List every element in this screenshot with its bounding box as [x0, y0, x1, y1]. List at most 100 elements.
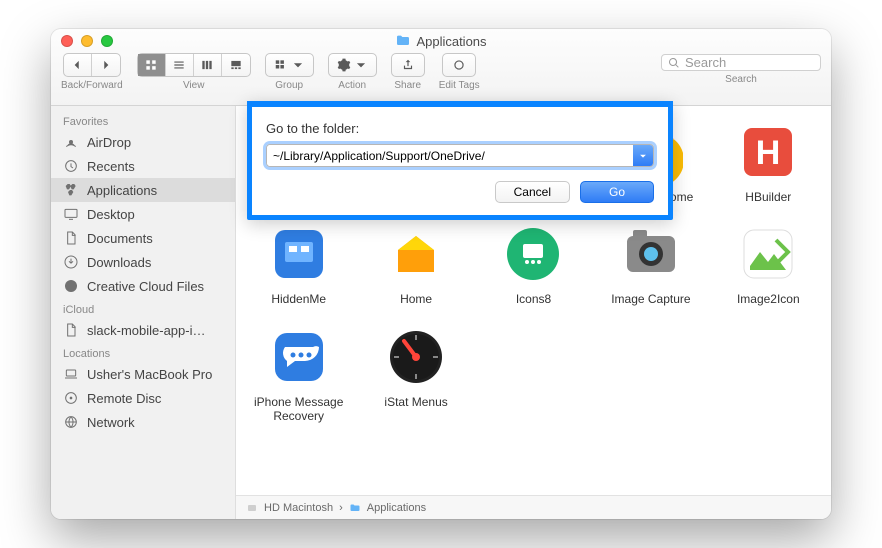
combobox-dropdown-button[interactable] — [633, 145, 653, 166]
window-controls — [51, 35, 113, 47]
path-root[interactable]: HD Macintosh — [264, 502, 333, 514]
icon-view-button[interactable] — [138, 54, 166, 76]
group-menu[interactable] — [265, 53, 314, 77]
sidebar-item-documents[interactable]: Documents — [51, 226, 235, 250]
app-icon — [267, 325, 331, 389]
app-label: Home — [400, 292, 432, 306]
sidebar-item-label: Downloads — [87, 255, 151, 270]
sidebar-item-remote-disc[interactable]: Remote Disc — [51, 386, 235, 410]
app-label: HiddenMe — [271, 292, 326, 306]
sidebar-item-network[interactable]: Network — [51, 410, 235, 434]
search-field[interactable]: Search — [661, 54, 821, 71]
sidebar-item-label: slack-mobile-app-i… — [87, 323, 205, 338]
desktop-icon — [63, 206, 79, 222]
disc-icon — [63, 390, 79, 406]
folder-path-input[interactable] — [267, 145, 633, 166]
chevron-down-icon — [638, 151, 648, 161]
sidebar-item-slack-mobile-app-i[interactable]: slack-mobile-app-i… — [51, 318, 235, 342]
minimize-button[interactable] — [81, 35, 93, 47]
search-icon — [668, 57, 680, 69]
path-bar[interactable]: HD Macintosh › Applications — [236, 495, 831, 519]
search-label: Search — [725, 74, 757, 85]
back-forward-label: Back/Forward — [61, 80, 123, 91]
sidebar-item-label: Creative Cloud Files — [87, 279, 204, 294]
laptop-icon — [63, 366, 79, 382]
doc-icon — [63, 230, 79, 246]
sidebar-item-airdrop[interactable]: AirDrop — [51, 130, 235, 154]
app-icon — [384, 325, 448, 389]
app-label: HBuilder — [745, 190, 791, 204]
sidebar: FavoritesAirDropRecentsApplicationsDeskt… — [51, 106, 236, 519]
tags-label: Edit Tags — [439, 80, 480, 91]
app-label: iPhone Message Recovery — [249, 395, 349, 424]
app-icons8[interactable]: Icons8 — [479, 222, 588, 306]
chevron-down-icon — [354, 58, 368, 72]
go-to-folder-dialog: Go to the folder: Cancel Go — [247, 101, 673, 220]
sidebar-item-downloads[interactable]: Downloads — [51, 250, 235, 274]
sidebar-item-label: AirDrop — [87, 135, 131, 150]
sidebar-item-label: Documents — [87, 231, 153, 246]
sidebar-header: Locations — [51, 342, 235, 362]
group-label: Group — [275, 80, 303, 91]
app-image-capture[interactable]: Image Capture — [596, 222, 705, 306]
share-label: Share — [394, 80, 421, 91]
sidebar-item-label: Usher's MacBook Pro — [87, 367, 212, 382]
column-view-button[interactable] — [194, 54, 222, 76]
forward-button[interactable] — [92, 54, 120, 76]
app-image2icon[interactable]: Image2Icon — [714, 222, 823, 306]
sidebar-item-desktop[interactable]: Desktop — [51, 202, 235, 226]
app-icon — [736, 222, 800, 286]
app-home[interactable]: Home — [361, 222, 470, 306]
action-label: Action — [338, 80, 366, 91]
sidebar-item-label: Remote Disc — [87, 391, 161, 406]
folder-icon — [349, 502, 361, 514]
gallery-view-button[interactable] — [222, 54, 250, 76]
clock-icon — [63, 158, 79, 174]
view-switcher[interactable] — [137, 53, 251, 77]
sidebar-item-recents[interactable]: Recents — [51, 154, 235, 178]
app-icon — [384, 222, 448, 286]
search-placeholder: Search — [685, 55, 726, 70]
folder-icon — [395, 33, 411, 49]
download-icon — [63, 254, 79, 270]
apps-icon — [63, 182, 79, 198]
sidebar-item-creative-cloud-files[interactable]: Creative Cloud Files — [51, 274, 235, 298]
folder-path-combobox[interactable] — [266, 144, 654, 167]
app-icon — [267, 222, 331, 286]
app-label: Icons8 — [516, 292, 551, 306]
toolbar: Back/Forward View Group — [51, 53, 831, 105]
disk-icon — [246, 502, 258, 514]
go-button[interactable]: Go — [580, 181, 654, 203]
app-istat-menus[interactable]: iStat Menus — [361, 325, 470, 424]
back-button[interactable] — [64, 54, 92, 76]
sidebar-item-label: Network — [87, 415, 135, 430]
doc-icon — [63, 322, 79, 338]
share-icon — [401, 58, 415, 72]
app-iphone-message-recovery[interactable]: iPhone Message Recovery — [244, 325, 353, 424]
app-hiddenme[interactable]: HiddenMe — [244, 222, 353, 306]
app-label: Image Capture — [611, 292, 690, 306]
share-button[interactable] — [391, 53, 425, 77]
app-icon — [501, 222, 565, 286]
chevron-right-icon: › — [339, 502, 343, 514]
list-view-button[interactable] — [166, 54, 194, 76]
path-current[interactable]: Applications — [367, 502, 426, 514]
sidebar-item-label: Recents — [87, 159, 135, 174]
close-button[interactable] — [61, 35, 73, 47]
action-menu[interactable] — [328, 53, 377, 77]
gear-icon — [337, 58, 351, 72]
app-hbuilder[interactable]: H HBuilder — [714, 120, 823, 204]
zoom-button[interactable] — [101, 35, 113, 47]
sidebar-item-applications[interactable]: Applications — [51, 178, 235, 202]
app-label: Image2Icon — [737, 292, 800, 306]
sidebar-header: iCloud — [51, 298, 235, 318]
sidebar-item-usher-s-macbook-pro[interactable]: Usher's MacBook Pro — [51, 362, 235, 386]
chevron-down-icon — [291, 58, 305, 72]
back-forward-buttons[interactable] — [63, 53, 121, 77]
tag-icon — [452, 58, 466, 72]
globe-icon — [63, 414, 79, 430]
sidebar-item-label: Desktop — [87, 207, 135, 222]
cancel-button[interactable]: Cancel — [495, 181, 570, 203]
edit-tags-button[interactable] — [442, 53, 476, 77]
app-icon — [619, 222, 683, 286]
